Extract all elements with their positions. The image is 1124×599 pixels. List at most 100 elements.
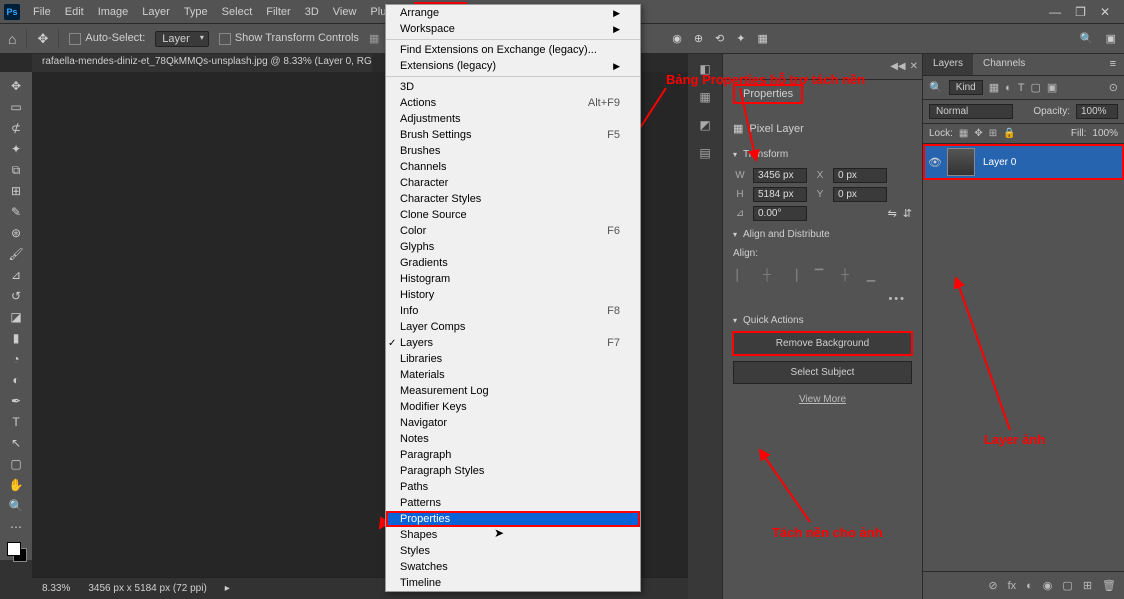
panel-icon[interactable]: ▤ xyxy=(696,144,714,162)
close-panel-icon[interactable]: ✕ xyxy=(910,61,918,72)
align-section[interactable]: ▾Align and Distribute xyxy=(733,223,912,246)
align-right-icon[interactable]: ▕ xyxy=(785,267,801,283)
select-subject-button[interactable]: Select Subject xyxy=(733,361,912,384)
history-brush-tool[interactable]: ↺ xyxy=(2,286,30,306)
status-arrow-icon[interactable]: ▸ xyxy=(225,583,230,594)
close-button[interactable]: ✕ xyxy=(1100,5,1110,19)
menu-item-properties[interactable]: Properties xyxy=(386,511,640,527)
stamp-tool[interactable]: ⊿ xyxy=(2,265,30,285)
collapse-icon[interactable]: ◀◀ xyxy=(890,61,905,72)
layers-tab[interactable]: Layers xyxy=(923,54,973,75)
angle-input[interactable]: 0.00° xyxy=(753,206,807,221)
menu-item-character-styles[interactable]: Character Styles xyxy=(386,191,640,207)
move-tool[interactable]: ✥ xyxy=(2,76,30,96)
menu-item-adjustments[interactable]: Adjustments xyxy=(386,111,640,127)
delete-icon[interactable]: 🗑 xyxy=(1102,579,1116,592)
x-input[interactable]: 0 px xyxy=(833,168,887,183)
menu-image[interactable]: Image xyxy=(91,2,136,22)
brush-tool[interactable]: 🖌 xyxy=(2,244,30,264)
gradient-tool[interactable]: ▮ xyxy=(2,328,30,348)
lock-artboard-icon[interactable]: ⊞ xyxy=(989,128,997,139)
frame-tool[interactable]: ⊞ xyxy=(2,181,30,201)
lock-position-icon[interactable]: ✥ xyxy=(974,128,982,139)
layer-thumbnail[interactable] xyxy=(947,148,975,176)
menu-item-shapes[interactable]: Shapes xyxy=(386,527,640,543)
lock-pixels-icon[interactable]: ▦ xyxy=(959,128,968,139)
healing-tool[interactable]: ⊛ xyxy=(2,223,30,243)
home-icon[interactable]: ⌂ xyxy=(8,31,16,47)
menu-filter[interactable]: Filter xyxy=(259,2,297,22)
menu-item-libraries[interactable]: Libraries xyxy=(386,351,640,367)
align-top-icon[interactable]: ▔ xyxy=(811,267,827,283)
filter-adjust-icon[interactable]: ◐ xyxy=(1005,82,1012,94)
type-tool[interactable]: T xyxy=(2,412,30,432)
rectangle-tool[interactable]: ▢ xyxy=(2,454,30,474)
align-bottom-icon[interactable]: ▁ xyxy=(863,267,879,283)
width-input[interactable]: 3456 px xyxy=(753,168,807,183)
menu-select[interactable]: Select xyxy=(215,2,260,22)
3d-icon[interactable]: ✦ xyxy=(736,32,745,45)
menu-item-find-extensions-on-exchange-legacy-[interactable]: Find Extensions on Exchange (legacy)... xyxy=(386,42,640,58)
menu-item-arrange[interactable]: Arrange▶ xyxy=(386,5,640,21)
menu-item-extensions-legacy-[interactable]: Extensions (legacy)▶ xyxy=(386,58,640,74)
transform-section[interactable]: ▾Transform xyxy=(733,143,912,166)
align-left-icon[interactable]: ▏ xyxy=(733,267,749,283)
document-tab[interactable]: rafaella-mendes-diniz-et_78QkMMQs-unspla… xyxy=(32,54,372,72)
marquee-tool[interactable]: ▭ xyxy=(2,97,30,117)
3d-mode-icon[interactable]: ◉ xyxy=(672,32,682,45)
restore-button[interactable]: ❐ xyxy=(1075,5,1086,19)
menu-item-info[interactable]: InfoF8 xyxy=(386,303,640,319)
new-layer-icon[interactable]: ⊞ xyxy=(1083,579,1092,592)
layer-row[interactable]: 👁 Layer 0 xyxy=(923,144,1124,180)
filter-type-icon[interactable]: T xyxy=(1018,82,1025,94)
color-swatches[interactable] xyxy=(7,542,25,560)
quick-actions-section[interactable]: ▾Quick Actions xyxy=(733,309,912,332)
3d-icon[interactable]: ⟲ xyxy=(715,32,724,45)
pen-tool[interactable]: ✒ xyxy=(2,391,30,411)
align-center-h-icon[interactable]: ┼ xyxy=(759,267,775,283)
align-icon[interactable]: ▦ xyxy=(369,32,383,46)
panel-icon[interactable]: ◩ xyxy=(696,116,714,134)
menu-item-color[interactable]: ColorF6 xyxy=(386,223,640,239)
group-icon[interactable]: ▢ xyxy=(1062,579,1072,592)
edit-toolbar[interactable]: ⋯ xyxy=(2,517,30,537)
hand-tool[interactable]: ✋ xyxy=(2,475,30,495)
align-center-v-icon[interactable]: ┼ xyxy=(837,267,853,283)
blur-tool[interactable]: ◔ xyxy=(2,349,30,369)
menu-item-patterns[interactable]: Patterns xyxy=(386,495,640,511)
3d-camera-icon[interactable]: ⊕ xyxy=(694,32,703,45)
link-icon[interactable]: ⊘ xyxy=(988,579,997,592)
menu-edit[interactable]: Edit xyxy=(58,2,91,22)
height-input[interactable]: 5184 px xyxy=(753,187,807,202)
visibility-icon[interactable]: 👁 xyxy=(923,156,947,169)
menu-item-brush-settings[interactable]: Brush SettingsF5 xyxy=(386,127,640,143)
menu-item-actions[interactable]: ActionsAlt+F9 xyxy=(386,95,640,111)
auto-select-target[interactable]: Layer xyxy=(155,31,209,47)
panel-menu-icon[interactable]: ≡ xyxy=(1102,54,1124,75)
path-tool[interactable]: ↖ xyxy=(2,433,30,453)
remove-background-button[interactable]: Remove Background xyxy=(733,332,912,355)
color-panel-icon[interactable]: ◧ xyxy=(696,60,714,78)
eyedropper-tool[interactable]: ✎ xyxy=(2,202,30,222)
menu-item-materials[interactable]: Materials xyxy=(386,367,640,383)
menu-item-3d[interactable]: 3D xyxy=(386,79,640,95)
menu-item-notes[interactable]: Notes xyxy=(386,431,640,447)
flip-v-icon[interactable]: ⇵ xyxy=(903,207,912,220)
menu-item-gradients[interactable]: Gradients xyxy=(386,255,640,271)
fx-icon[interactable]: fx xyxy=(1008,580,1017,592)
layer-name[interactable]: Layer 0 xyxy=(983,157,1016,168)
menu-item-navigator[interactable]: Navigator xyxy=(386,415,640,431)
menu-3d[interactable]: 3D xyxy=(298,2,326,22)
mask-icon[interactable]: ◐ xyxy=(1026,580,1033,592)
auto-select-toggle[interactable]: Auto-Select: xyxy=(69,32,145,44)
menu-item-swatches[interactable]: Swatches xyxy=(386,559,640,575)
adjustment-icon[interactable]: ◉ xyxy=(1043,579,1053,592)
filter-smart-icon[interactable]: ▣ xyxy=(1047,81,1057,94)
swatches-panel-icon[interactable]: ▦ xyxy=(696,88,714,106)
magic-wand-tool[interactable]: ✦ xyxy=(2,139,30,159)
blend-mode-select[interactable]: Normal xyxy=(929,104,1013,119)
dodge-tool[interactable]: ◐ xyxy=(2,370,30,390)
menu-item-paragraph[interactable]: Paragraph xyxy=(386,447,640,463)
zoom-tool[interactable]: 🔍 xyxy=(2,496,30,516)
opacity-input[interactable]: 100% xyxy=(1076,104,1118,119)
